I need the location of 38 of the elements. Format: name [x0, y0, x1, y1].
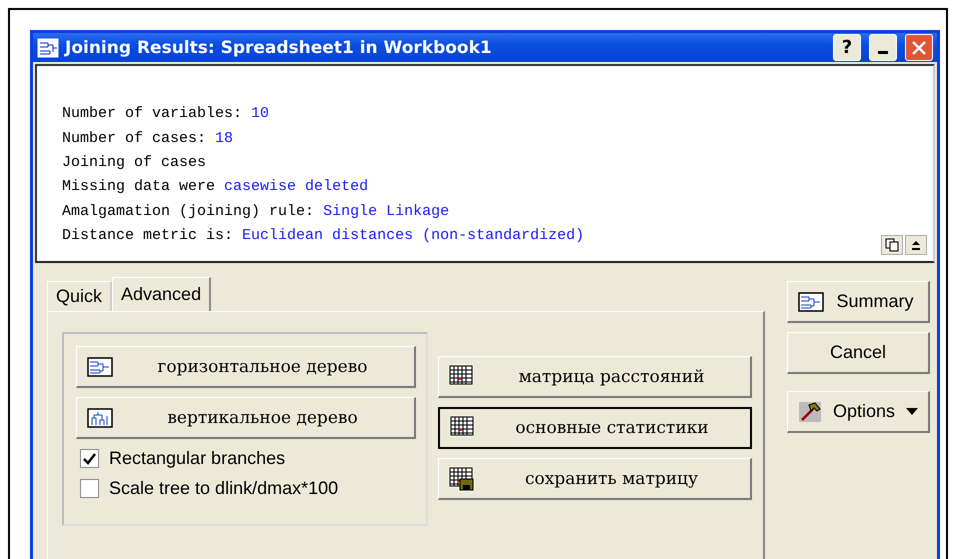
matrix-button[interactable]: сохранить матрицу — [438, 458, 752, 500]
hammer-icon — [798, 400, 822, 422]
checkbox[interactable]: Scale tree to dlink/dmax*100 — [80, 478, 414, 499]
side-button[interactable]: Options — [787, 391, 930, 433]
output-line: Joining of cases — [62, 153, 206, 174]
matrix-button[interactable]: матрица расстояний — [438, 356, 752, 398]
horizontal-tree-icon — [798, 292, 824, 312]
minimize-button[interactable] — [869, 34, 897, 62]
output-line: Number of variables: 10 — [62, 104, 270, 124]
checkbox[interactable]: Rectangular branches — [80, 448, 414, 469]
side-button[interactable]: Summary — [787, 281, 930, 323]
output-line: Missing data were casewise deleted — [62, 177, 368, 198]
dropdown-arrow-icon — [906, 408, 918, 416]
copy-button[interactable] — [881, 235, 903, 255]
tab[interactable]: Advanced — [112, 277, 212, 311]
output-line: Distance metric is: Euclidean distances (non-standardized) — [62, 226, 584, 246]
collapse-button[interactable] — [905, 235, 927, 255]
tree-button[interactable]: вертикальное дерево — [76, 397, 416, 439]
close-icon — [911, 40, 927, 56]
side-button[interactable]: Cancel — [787, 332, 930, 374]
close-button[interactable] — [905, 34, 933, 62]
minimize-icon — [878, 51, 888, 54]
output-line: Amalgamation (joining) rule: Single Linkage — [62, 202, 450, 222]
checkbox-box[interactable] — [80, 479, 99, 498]
matrix-button[interactable]: основные статистики — [438, 407, 752, 449]
output-line: Number of cases: 18 — [62, 128, 234, 149]
save-matrix-icon — [449, 466, 475, 490]
window-title: Joining Results: Spreadsheet1 in Workbook1 — [65, 38, 493, 58]
help-button[interactable]: ? — [833, 34, 861, 62]
collapse-icon — [911, 239, 921, 251]
app-icon — [37, 38, 59, 58]
tree-button[interactable]: горизонтальное дерево — [76, 346, 416, 388]
checkbox-box[interactable] — [80, 449, 99, 468]
horizontal-tree-icon — [87, 356, 113, 376]
vertical-tree-icon — [87, 408, 113, 428]
tab[interactable]: Quick — [47, 281, 112, 311]
copy-icon — [885, 238, 899, 252]
check-icon — [83, 452, 96, 464]
